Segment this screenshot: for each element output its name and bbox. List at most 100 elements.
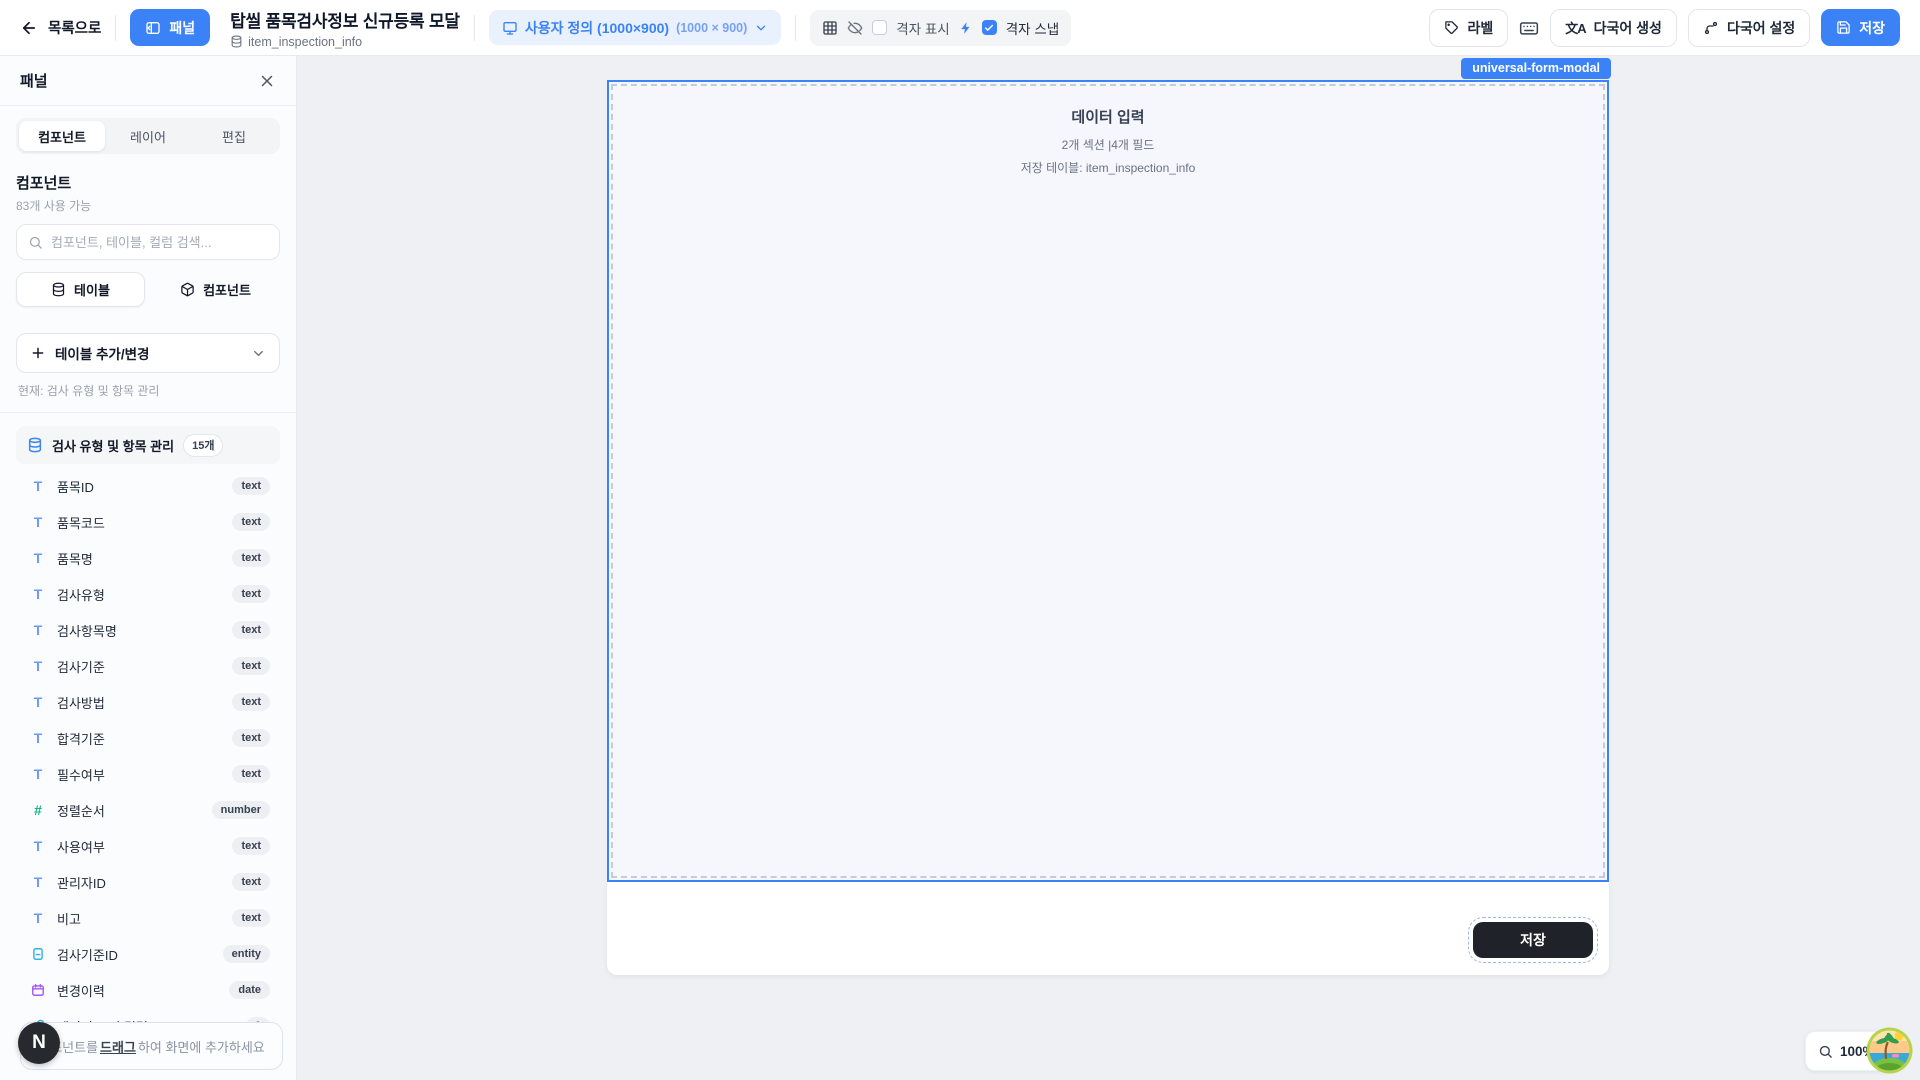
components-section-title: 컴포넌트 [16, 172, 280, 193]
text-type-icon: T [30, 586, 46, 602]
divider [795, 15, 796, 41]
text-type-icon: T [30, 622, 46, 638]
island-badge-icon[interactable] [1866, 1027, 1913, 1074]
grid-snap-checkbox[interactable] [982, 20, 997, 35]
field-row[interactable]: T 사용여부 text [16, 828, 280, 864]
form-modal-body[interactable]: 데이터 입력 2개 섹션 |4개 필드 저장 테이블: item_inspect… [607, 80, 1609, 882]
field-row[interactable]: T 검사유형 text [16, 576, 280, 612]
field-count-badge: 15개 [183, 434, 223, 457]
page-title-block: 탑씰 품목검사정보 신규등록 모달 item_inspection_info [230, 7, 460, 49]
add-table-dropdown[interactable]: 테이블 추가/변경 [16, 333, 280, 373]
field-row[interactable]: T 품목코드 text [16, 504, 280, 540]
entity-type-icon [30, 947, 46, 961]
text-type-icon: T [30, 730, 46, 746]
keyboard-shortcuts-button[interactable] [1519, 18, 1539, 38]
text-type-icon: T [30, 694, 46, 710]
modal-save-button[interactable]: 저장 [1473, 922, 1593, 958]
divider [474, 15, 475, 41]
field-row[interactable]: T 비고 text [16, 900, 280, 936]
components-panel: 패널 컴포넌트 레이어 편집 컴포넌트 83개 사용 가능 테이블 컴포넌트 [0, 56, 297, 1080]
monitor-icon [502, 20, 518, 36]
database-icon [51, 282, 66, 297]
field-row[interactable]: T 합격기준 text [16, 720, 280, 756]
text-type-icon: T [30, 514, 46, 530]
page-title: 탑씰 품목검사정보 신규등록 모달 [230, 7, 460, 32]
viewport-label: 사용자 정의 (1000×900) [525, 18, 669, 38]
text-type-icon: T [30, 838, 46, 854]
panel-left-icon [145, 20, 161, 36]
field-row[interactable]: T 검사방법 text [16, 684, 280, 720]
search-input[interactable] [51, 235, 268, 250]
chevron-down-icon [251, 346, 266, 361]
viewport-size-dropdown[interactable]: 사용자 정의 (1000×900) (1000 × 900) [489, 10, 781, 45]
divider [0, 412, 296, 413]
cube-icon [180, 282, 195, 297]
text-type-icon: T [30, 550, 46, 566]
form-modal-footer: 저장 [607, 882, 1609, 975]
panel-toggle-button[interactable]: 패널 [130, 9, 210, 46]
grid-icon [822, 20, 838, 36]
component-type-tag: universal-form-modal [1461, 58, 1611, 79]
i18n-settings-button[interactable]: 다국어 설정 [1688, 9, 1810, 47]
modal-title: 데이터 입력 [609, 106, 1607, 127]
floppy-save-icon [1836, 20, 1851, 35]
n-avatar-button[interactable]: N [18, 1022, 60, 1064]
field-list: T 품목ID text T 품목코드 text T 품목명 text T 검사유… [0, 468, 296, 1080]
text-type-icon: T [30, 658, 46, 674]
grid-snap-label: 격자 스냅 [1006, 18, 1059, 38]
label-button[interactable]: 라벨 [1429, 9, 1508, 47]
i18n-generate-button[interactable]: 文A 다국어 생성 [1550, 9, 1677, 47]
component-search [16, 224, 280, 260]
panel-title: 패널 [20, 70, 48, 91]
database-icon [230, 35, 243, 48]
source-mode-switch: 테이블 컴포넌트 [16, 272, 280, 307]
field-row[interactable]: T 검사기준 text [16, 648, 280, 684]
mode-component-button[interactable]: 컴포넌트 [151, 272, 280, 307]
tag-icon [1444, 20, 1459, 35]
modal-subtitle: 2개 섹션 |4개 필드 [609, 136, 1607, 153]
top-toolbar: 목록으로 패널 탑씰 품목검사정보 신규등록 모달 item_inspectio… [0, 0, 1920, 56]
field-row[interactable]: T 검사항목명 text [16, 612, 280, 648]
table-group-header[interactable]: 검사 유형 및 항목 관리 15개 [16, 426, 280, 464]
text-type-icon: T [30, 910, 46, 926]
form-modal-component: universal-form-modal 데이터 입력 2개 섹션 |4개 필드… [607, 80, 1609, 975]
design-canvas[interactable]: universal-form-modal 데이터 입력 2개 섹션 |4개 필드… [297, 56, 1920, 1080]
grid-show-checkbox[interactable] [872, 20, 887, 35]
magnifier-icon [1818, 1044, 1833, 1059]
lightning-icon [959, 21, 973, 35]
table-name: item_inspection_info [248, 35, 362, 49]
divider [115, 15, 116, 41]
translate-icon: 文A [1565, 18, 1585, 37]
database-icon [27, 437, 43, 453]
date-type-icon [30, 983, 46, 997]
field-row[interactable]: T 관리자ID text [16, 864, 280, 900]
current-table-label: 현재: 검사 유형 및 항목 관리 [18, 382, 278, 399]
field-row[interactable]: T 품목ID text [16, 468, 280, 504]
field-row[interactable]: 검사기준ID entity [16, 936, 280, 972]
available-count: 83개 사용 가능 [16, 197, 280, 214]
grid-show-label: 격자 표시 [896, 18, 949, 38]
viewport-size: (1000 × 900) [676, 21, 747, 35]
text-type-icon: T [30, 478, 46, 494]
back-to-list-button[interactable]: 목록으로 [20, 17, 101, 38]
tab-components[interactable]: 컴포넌트 [19, 121, 105, 151]
field-row[interactable]: T 필수여부 text [16, 756, 280, 792]
back-to-list-label: 목록으로 [48, 17, 101, 38]
field-row[interactable]: T 품목명 text [16, 540, 280, 576]
branch-icon [1703, 20, 1719, 36]
grid-controls: 격자 표시 격자 스냅 [810, 10, 1071, 46]
number-type-icon: # [30, 802, 46, 818]
mode-table-button[interactable]: 테이블 [16, 272, 145, 307]
search-icon [28, 235, 43, 250]
modal-table-info: 저장 테이블: item_inspection_info [609, 159, 1607, 176]
tab-layers[interactable]: 레이어 [105, 121, 191, 151]
arrow-left-icon [20, 19, 38, 37]
save-button[interactable]: 저장 [1821, 9, 1900, 46]
tab-edit[interactable]: 편집 [191, 121, 277, 151]
plus-icon [30, 345, 46, 361]
text-type-icon: T [30, 766, 46, 782]
zoom-widget: 100% [1805, 1027, 1905, 1067]
field-row[interactable]: # 정렬순서 number [16, 792, 280, 828]
field-row[interactable]: 변경이력 date [16, 972, 280, 1008]
close-icon[interactable] [258, 72, 276, 90]
